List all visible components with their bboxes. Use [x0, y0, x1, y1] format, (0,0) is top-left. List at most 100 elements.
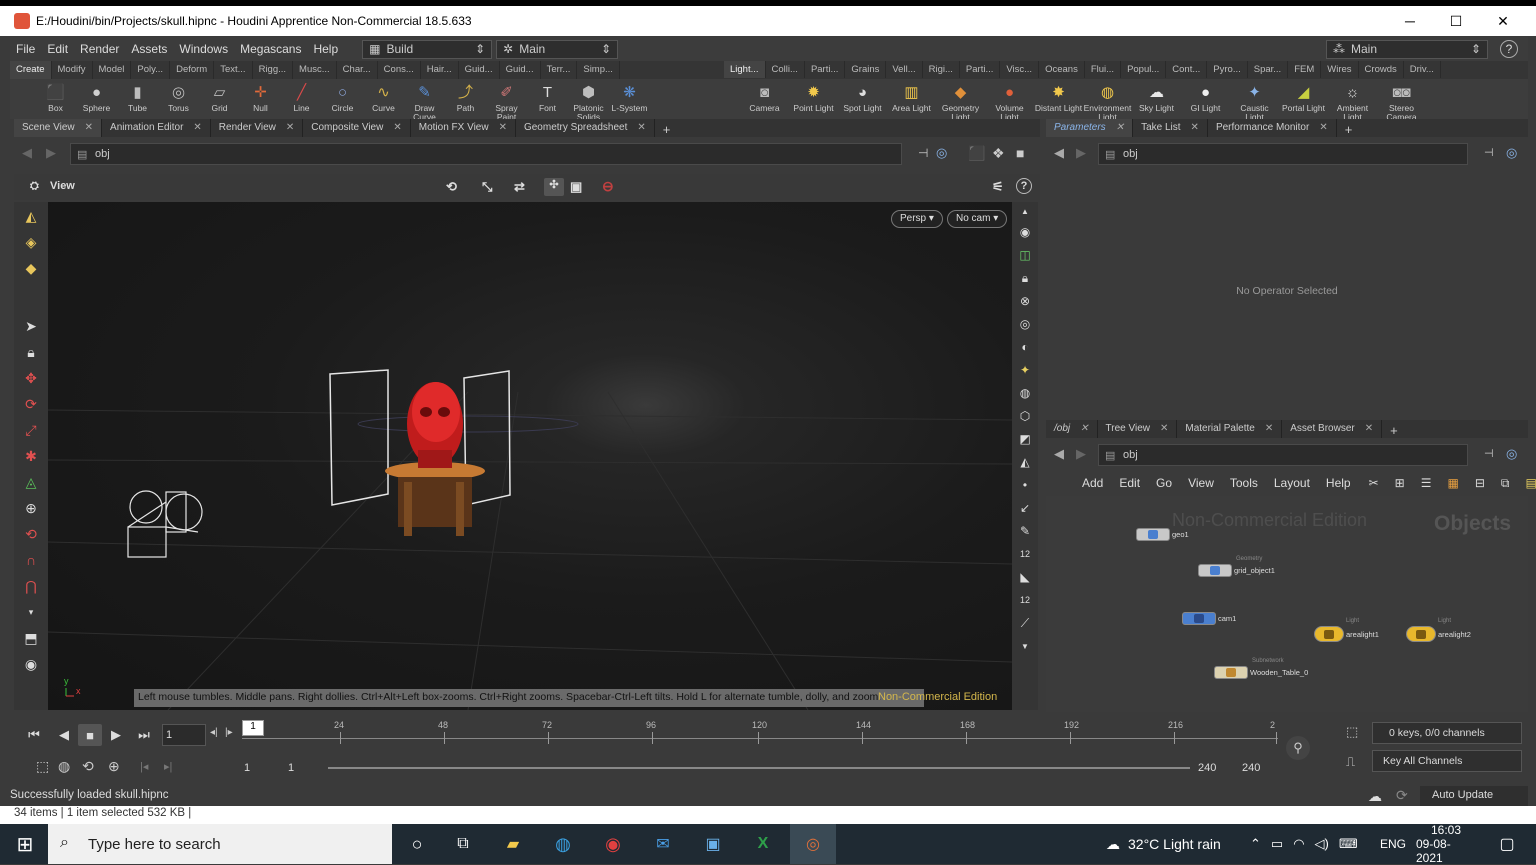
clock[interactable]: 16:03 09-08-2021 — [1416, 823, 1476, 865]
tool-gi-light[interactable]: ● GI Light — [1181, 79, 1230, 113]
pane-tab[interactable]: Performance Monitor ✕ — [1208, 119, 1337, 137]
tool-tube[interactable]: ▮ Tube — [117, 79, 158, 113]
shelf-tab[interactable]: Char... — [337, 61, 378, 79]
light-view-icon[interactable]: ◎ — [1016, 315, 1034, 333]
net-menu-tools[interactable]: Tools — [1222, 476, 1266, 490]
minimize-button[interactable]: ─ — [1387, 6, 1433, 36]
close-button[interactable]: ✕ — [1480, 6, 1526, 36]
tool-camera[interactable]: ◙ Camera — [740, 79, 789, 113]
weather[interactable]: ☁ 32°C Light rain — [1106, 824, 1221, 864]
tool-circle[interactable]: ○ Circle — [322, 79, 363, 113]
key-next-icon[interactable]: ▸| — [164, 760, 172, 773]
pane-tab[interactable]: Material Palette ✕ — [1177, 420, 1283, 438]
pane-tab[interactable]: /obj ✕ — [1046, 420, 1098, 438]
cube-icon[interactable]: ⬛ — [968, 145, 985, 162]
key-prev-icon[interactable]: |◂ — [140, 760, 148, 773]
shelf-tab[interactable]: Hair... — [421, 61, 459, 79]
tool-volume-light[interactable]: ● Volume Light — [985, 79, 1034, 122]
tool-platonic-solids[interactable]: ⬢ Platonic Solids — [568, 79, 609, 122]
maximize-button[interactable]: ☐ — [1433, 6, 1479, 36]
cloud-icon[interactable]: ☁ — [1368, 788, 1382, 805]
magnet-small-icon[interactable]: ∩ — [20, 549, 42, 571]
bulb-icon[interactable]: ✦ — [1016, 361, 1034, 379]
brush-icon[interactable]: ◈ — [20, 231, 42, 253]
tool-l-system[interactable]: ❋ L-System — [609, 79, 650, 113]
shelf-tab[interactable]: Create — [10, 61, 52, 79]
link-icon[interactable]: ◎ — [936, 145, 947, 161]
keys-status[interactable]: 0 keys, 0/0 channels — [1372, 722, 1522, 744]
pose-icon[interactable]: ◭ — [20, 205, 42, 227]
headlight-icon[interactable]: ◐ — [1016, 338, 1034, 356]
battery-icon[interactable]: ▭ — [1271, 836, 1283, 852]
edge-icon[interactable]: ◍ — [550, 832, 576, 856]
volume-icon[interactable]: ◁) — [1315, 836, 1329, 852]
vertex-icon[interactable]: ◣ — [1016, 568, 1034, 586]
net-menu-help[interactable]: Help — [1318, 476, 1359, 490]
pin-icon[interactable]: ⊣ — [918, 146, 928, 160]
node-wooden-table[interactable]: Subnetwork Wooden_Table_0 — [1214, 658, 1308, 679]
houdini-taskbar-icon[interactable]: ◎ — [790, 824, 836, 864]
square-icon[interactable]: ■ — [1016, 145, 1024, 161]
params-path-field[interactable]: ▤ obj — [1098, 143, 1468, 165]
menu-item-help[interactable]: Help — [307, 42, 344, 56]
audio-icon[interactable]: ◍ — [58, 758, 70, 775]
pane-tab[interactable]: Tree View ✕ — [1098, 420, 1178, 438]
window-icon[interactable]: ⧉ — [1493, 476, 1518, 491]
network-canvas[interactable]: Non-Commercial Edition Objects geo1 Geom… — [1046, 496, 1528, 712]
main-combo-right[interactable]: ⁂ Main ⇕ — [1326, 39, 1488, 59]
ghost-icon[interactable]: ◩ — [1016, 430, 1034, 448]
pane-tab[interactable]: Geometry Spreadsheet ✕ — [516, 119, 655, 137]
loop-icon[interactable]: ⟲ — [82, 758, 94, 775]
network-path-field[interactable]: ▤ obj — [1098, 444, 1468, 466]
mail-icon[interactable]: ✉ — [650, 832, 676, 856]
tool-path[interactable]: ⤴ Path — [445, 79, 486, 113]
shelf-tab[interactable]: Cons... — [378, 61, 421, 79]
tool-stereo-camera[interactable]: ◙◙ Stereo Camera — [1377, 79, 1426, 122]
shelf-tab[interactable]: Flui... — [1085, 61, 1122, 78]
shelf-tab[interactable]: Visc... — [1000, 61, 1040, 78]
paint-icon[interactable]: ◆ — [20, 257, 42, 279]
frame-field[interactable]: 1 — [162, 724, 206, 746]
net-menu-add[interactable]: Add — [1074, 476, 1111, 490]
camera-button[interactable]: No cam ▾ — [947, 210, 1008, 228]
tool-null[interactable]: ✛ Null — [240, 79, 281, 113]
tool-box[interactable]: ⬛ Box — [35, 79, 76, 113]
view-tool-icon[interactable]: ⊕ — [20, 497, 42, 519]
node-arealight2[interactable]: Light arealight2 — [1406, 618, 1471, 642]
camera-lens-icon[interactable]: ◉ — [20, 653, 42, 675]
timeline-ruler[interactable]: 1 24 48 72 96 120 144 168 192 216 2 — [242, 720, 1278, 750]
shelf-tab[interactable]: Deform — [170, 61, 215, 79]
shelf-tab[interactable]: Guid... — [459, 61, 500, 79]
tool-line[interactable]: ╱ Line — [281, 79, 322, 113]
grid-icon[interactable]: ▦ — [1439, 476, 1466, 490]
tool-spray-paint[interactable]: ✐ Spray Paint — [486, 79, 527, 122]
tool-geometry-light[interactable]: ◆ Geometry Light — [936, 79, 985, 122]
close-tab-icon[interactable]: ✕ — [1265, 423, 1273, 435]
transform-icon[interactable]: ⇄ — [514, 179, 525, 195]
tools-icon[interactable]: ✂ — [1361, 476, 1387, 490]
forward-arrow-icon[interactable]: ▶ — [46, 145, 56, 161]
tool-sphere[interactable]: ● Sphere — [76, 79, 117, 113]
shelf-tab[interactable]: Light... — [724, 61, 766, 78]
key-icon[interactable]: ⚲ — [1286, 736, 1310, 760]
key-all-channels-button[interactable]: Key All Channels — [1372, 750, 1522, 772]
jump-start-button[interactable]: ⏮ — [22, 724, 46, 746]
pen-icon[interactable]: ✎ — [1016, 522, 1034, 540]
list-icon[interactable]: ☰ — [1413, 476, 1440, 490]
menu-item-render[interactable]: Render — [74, 42, 125, 56]
close-tab-icon[interactable]: ✕ — [1365, 423, 1373, 435]
edge-icon[interactable]: ⟋ — [1016, 614, 1034, 632]
range-end[interactable]: 240 — [1198, 762, 1216, 774]
rotate-icon[interactable]: ⟳ — [20, 393, 42, 415]
shelf-tab[interactable]: Rigi... — [923, 61, 960, 78]
tool-distant-light[interactable]: ✸ Distant Light — [1034, 79, 1083, 113]
close-tab-icon[interactable]: ✕ — [1160, 423, 1168, 435]
shelf-tab[interactable]: Poly... — [131, 61, 171, 79]
auto-update-combo[interactable]: Auto Update — [1420, 786, 1528, 806]
shelf-tab[interactable]: Parti... — [960, 61, 1001, 78]
net-menu-view[interactable]: View — [1180, 476, 1222, 490]
shelf-tab[interactable]: Parti... — [805, 61, 846, 78]
windows-start-icon[interactable]: ⊞ — [12, 832, 38, 856]
normal-icon[interactable]: ↙ — [1016, 499, 1034, 517]
close-tab-icon[interactable]: ✕ — [637, 122, 645, 134]
